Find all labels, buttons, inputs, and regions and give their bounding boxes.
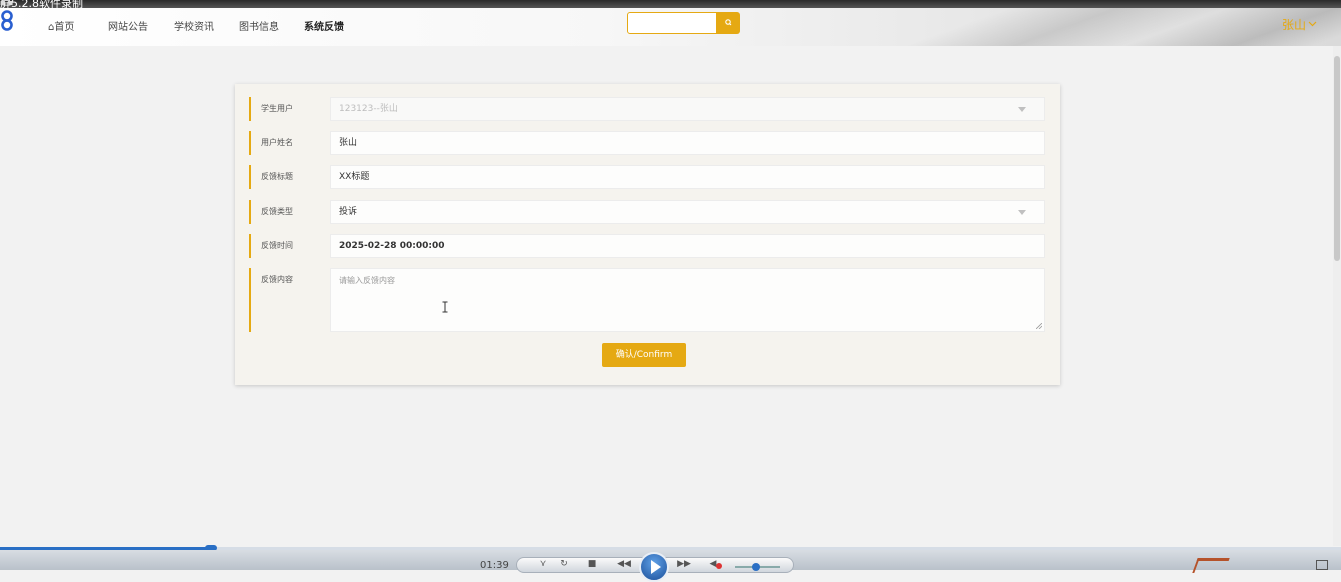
nav-book-info[interactable]: 图书信息 <box>239 18 279 33</box>
scrollbar-thumb[interactable] <box>1334 56 1340 261</box>
feedback-time-field[interactable]: 2025-02-28 00:00:00 <box>330 234 1045 258</box>
chevron-down-icon[interactable] <box>1308 19 1317 28</box>
fast-forward-icon[interactable]: ▶▶ <box>677 559 691 569</box>
site-header: ⌂首页 网站公告 学校资讯 图书信息 系统反馈 张山 <box>0 8 1341 46</box>
fullscreen-icon[interactable] <box>1316 560 1328 570</box>
label-feedback-content: 反馈内容 <box>249 268 319 332</box>
nav-system-feedback[interactable]: 系统反馈 <box>304 18 344 33</box>
nav-announcements[interactable]: 网站公告 <box>108 18 148 33</box>
search-icon <box>725 19 732 26</box>
user-name-field[interactable]: 张山 <box>330 131 1045 155</box>
nav-home-label: 首页 <box>54 22 75 33</box>
resize-grip-icon[interactable] <box>1036 323 1042 329</box>
feedback-type-value: 投诉 <box>339 207 358 217</box>
label-feedback-title: 反馈标题 <box>249 165 319 189</box>
dropdown-caret-icon <box>1018 210 1026 215</box>
loop-icon[interactable]: ↻ <box>557 559 571 569</box>
text-cursor-icon <box>442 301 448 313</box>
user-menu[interactable]: 张山 <box>1282 16 1306 33</box>
student-user-value: 123123--张山 <box>339 104 398 114</box>
window-controls-icon[interactable]: ▪ ▪ <box>0 0 1337 7</box>
decorative-corner-image <box>1192 558 1230 573</box>
recorder-title-bar: 屏5.2.8软件录制 ▪ ▪ <box>0 0 1341 8</box>
student-user-select[interactable]: 123123--张山 <box>330 97 1045 121</box>
stop-icon[interactable]: ■ <box>585 559 599 569</box>
search-button[interactable] <box>717 12 740 34</box>
label-user-name: 用户姓名 <box>249 131 319 155</box>
confirm-button[interactable]: 确认/Confirm <box>602 343 686 367</box>
search-input[interactable] <box>627 12 717 34</box>
feedback-title-field[interactable]: XX标题 <box>330 165 1045 189</box>
ab-repeat-icon[interactable]: ⋎ <box>536 559 550 569</box>
nav-home[interactable]: ⌂首页 <box>48 18 74 33</box>
feedback-form-card: 学生用户 123123--张山 用户姓名 张山 反馈标题 XX标题 反馈类型 投… <box>235 84 1060 385</box>
page-scrollbar[interactable] <box>1333 46 1341 546</box>
playback-time: 01:39 <box>480 560 509 571</box>
mute-indicator-icon <box>716 563 722 569</box>
feedback-content-placeholder: 请输入反馈内容 <box>339 276 395 285</box>
label-student-user: 学生用户 <box>249 97 319 121</box>
feedback-type-select[interactable]: 投诉 <box>330 200 1045 224</box>
play-button[interactable] <box>639 552 669 582</box>
ink-brush-decoration <box>900 8 1341 46</box>
dropdown-caret-icon <box>1018 107 1026 112</box>
nav-school-news[interactable]: 学校资讯 <box>174 18 214 33</box>
feedback-content-textarea[interactable]: 请输入反馈内容 <box>330 268 1045 332</box>
rewind-icon[interactable]: ◀◀ <box>617 559 631 569</box>
site-logo[interactable] <box>0 8 22 38</box>
label-feedback-time: 反馈时间 <box>249 234 319 258</box>
label-feedback-type: 反馈类型 <box>249 200 319 224</box>
